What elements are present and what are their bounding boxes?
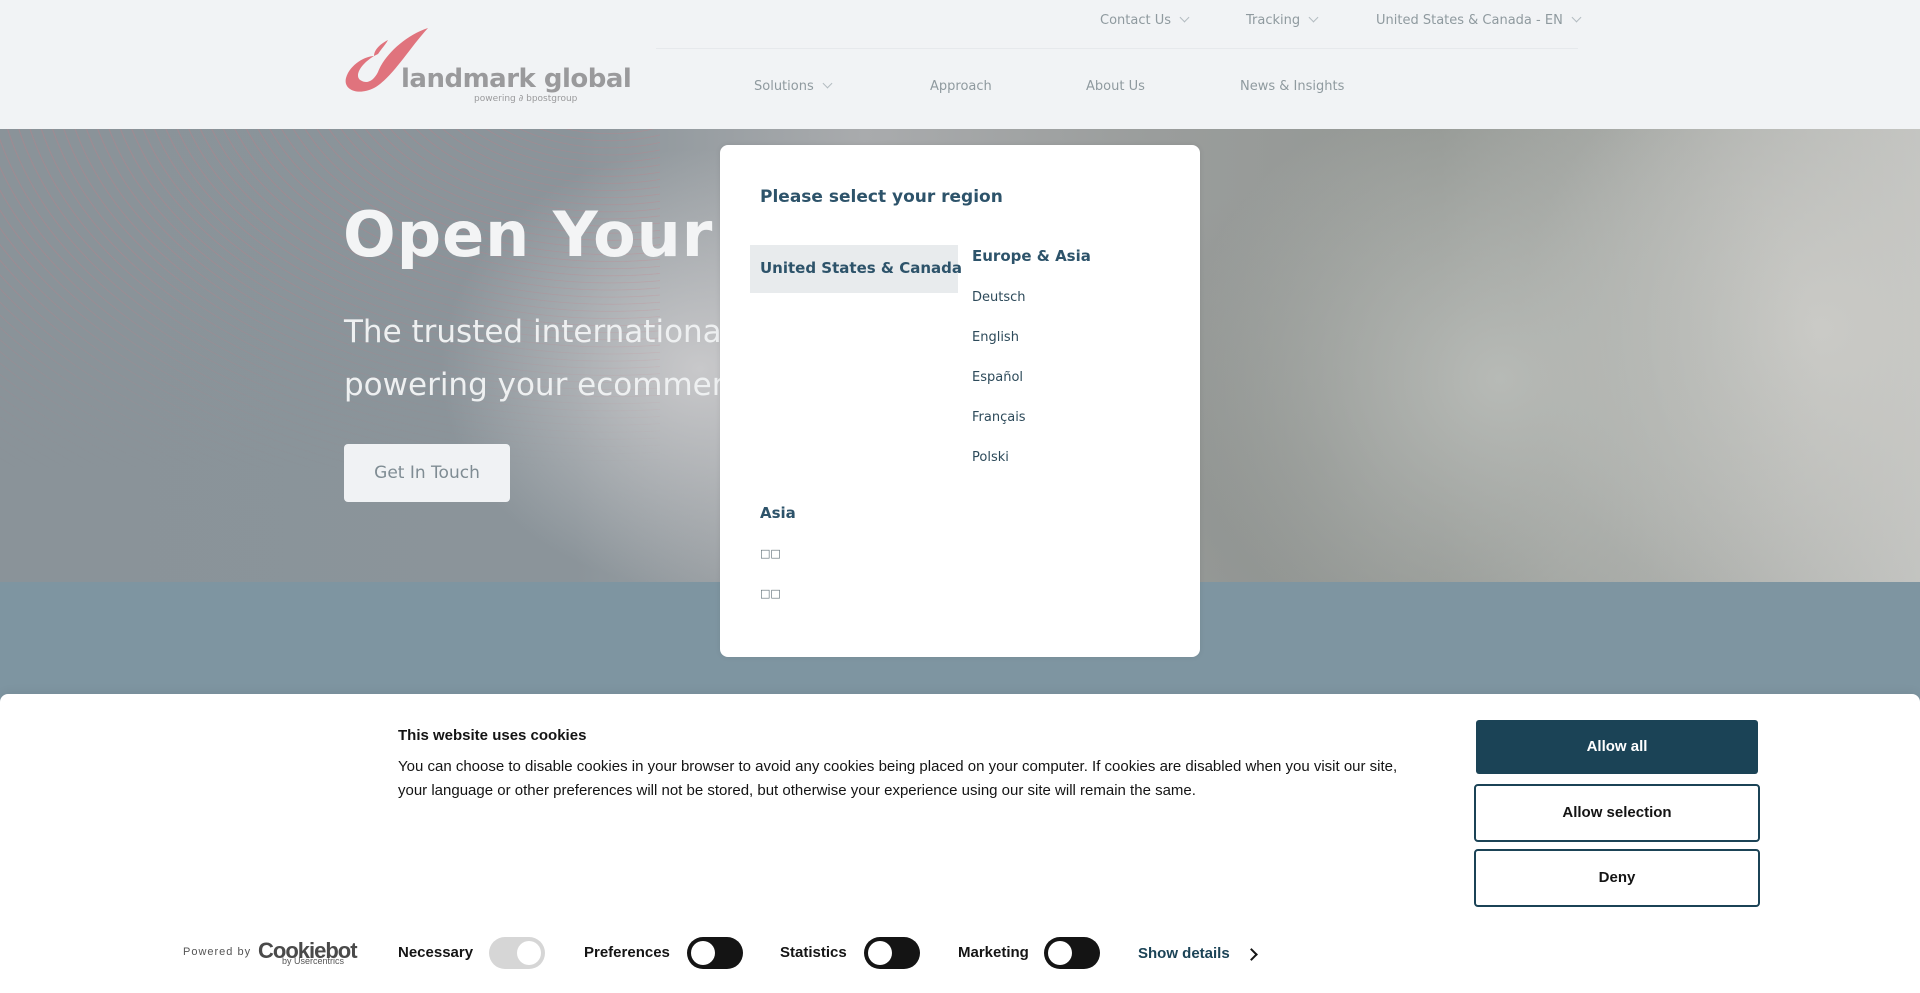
show-details-link[interactable]: Show details bbox=[1138, 945, 1230, 962]
toggle-knob bbox=[517, 941, 541, 965]
toggle-marketing[interactable] bbox=[1044, 937, 1100, 969]
region-option-us-canada[interactable]: United States & Canada bbox=[750, 245, 962, 293]
language-link-asia-2[interactable]: □□ bbox=[760, 587, 781, 600]
language-link-asia-1[interactable]: □□ bbox=[760, 547, 781, 560]
mainnav-about-us[interactable]: About Us bbox=[1086, 79, 1145, 94]
mainnav-news-insights[interactable]: News & Insights bbox=[1240, 79, 1344, 94]
chevron-down-icon bbox=[1571, 12, 1582, 23]
language-link-polski[interactable]: Polski bbox=[972, 450, 1009, 465]
allow-selection-button[interactable]: Allow selection bbox=[1474, 784, 1760, 842]
toggle-necessary bbox=[489, 937, 545, 969]
mainnav-news-label: News & Insights bbox=[1240, 79, 1345, 94]
toggle-label-necessary: Necessary bbox=[398, 944, 474, 961]
hero-subtitle-line-1: The trusted international l bbox=[344, 314, 749, 350]
topnav-tracking-label: Tracking bbox=[1246, 13, 1301, 28]
toggle-label-statistics: Statistics bbox=[780, 944, 847, 961]
topnav-tracking[interactable]: Tracking bbox=[1246, 12, 1319, 28]
site-header: landmark global powering ∂ bpostgroup Co… bbox=[0, 0, 1920, 129]
powered-by-label: Powered by bbox=[183, 946, 252, 958]
topnav-region-label: United States & Canada - EN bbox=[1376, 13, 1563, 28]
chevron-down-icon bbox=[1179, 12, 1190, 23]
region-modal-title: Please select your region bbox=[760, 187, 1003, 207]
cookie-banner-text: You can choose to disable cookies in you… bbox=[398, 758, 1398, 799]
mainnav-approach-label: Approach bbox=[930, 79, 992, 94]
toggle-label-preferences: Preferences bbox=[584, 944, 670, 961]
chevron-right-icon bbox=[1245, 948, 1258, 961]
mainnav-solutions-label: Solutions bbox=[754, 79, 814, 94]
region-option-us-canada-label: United States & Canada bbox=[760, 259, 962, 277]
toggle-knob bbox=[868, 941, 892, 965]
topnav-contact-us[interactable]: Contact Us bbox=[1100, 12, 1190, 28]
region-heading-asia: Asia bbox=[760, 504, 796, 522]
get-in-touch-button[interactable]: Get In Touch bbox=[344, 444, 510, 502]
language-link-francais[interactable]: Français bbox=[972, 410, 1026, 425]
landmark-global-logo[interactable]: landmark global powering ∂ bpostgroup bbox=[344, 26, 632, 106]
region-selector-modal: Please select your region United States … bbox=[720, 145, 1200, 657]
allow-all-button[interactable]: Allow all bbox=[1476, 720, 1758, 774]
toggle-knob bbox=[1048, 941, 1072, 965]
language-link-english[interactable]: English bbox=[972, 330, 1019, 345]
logo-tagline: powering ∂ bpostgroup bbox=[474, 94, 578, 104]
cookiebot-sub-label: by Usercentrics bbox=[282, 956, 345, 966]
toggle-knob bbox=[691, 941, 715, 965]
utility-nav: Contact Us Tracking United States & Cana… bbox=[656, 0, 1582, 49]
region-heading-europe-asia: Europe & Asia bbox=[972, 247, 1091, 265]
topnav-contact-us-label: Contact Us bbox=[1100, 13, 1171, 28]
mainnav-solutions[interactable]: Solutions bbox=[754, 78, 833, 94]
chevron-down-icon bbox=[1308, 12, 1319, 23]
mainnav-approach[interactable]: Approach bbox=[930, 79, 992, 94]
chevron-down-icon bbox=[822, 78, 833, 89]
toggle-statistics[interactable] bbox=[864, 937, 920, 969]
hero-subtitle: The trusted international l powering you… bbox=[344, 306, 760, 412]
topnav-region-selector[interactable]: United States & Canada - EN bbox=[1376, 12, 1582, 28]
cookie-banner-title: This website uses cookies bbox=[398, 727, 587, 744]
toggle-preferences[interactable] bbox=[687, 937, 743, 969]
hero-subtitle-line-2: powering your ecommerce bbox=[344, 367, 760, 403]
mainnav-about-us-label: About Us bbox=[1086, 79, 1145, 94]
logo-wordmark: landmark global bbox=[401, 64, 632, 94]
toggle-label-marketing: Marketing bbox=[958, 944, 1029, 961]
language-link-espanol[interactable]: Español bbox=[972, 370, 1023, 385]
language-link-deutsch[interactable]: Deutsch bbox=[972, 290, 1026, 305]
cookie-consent-banner: This website uses cookies You can choose… bbox=[0, 694, 1920, 993]
deny-button[interactable]: Deny bbox=[1474, 849, 1760, 907]
decorative-lines bbox=[0, 129, 660, 469]
